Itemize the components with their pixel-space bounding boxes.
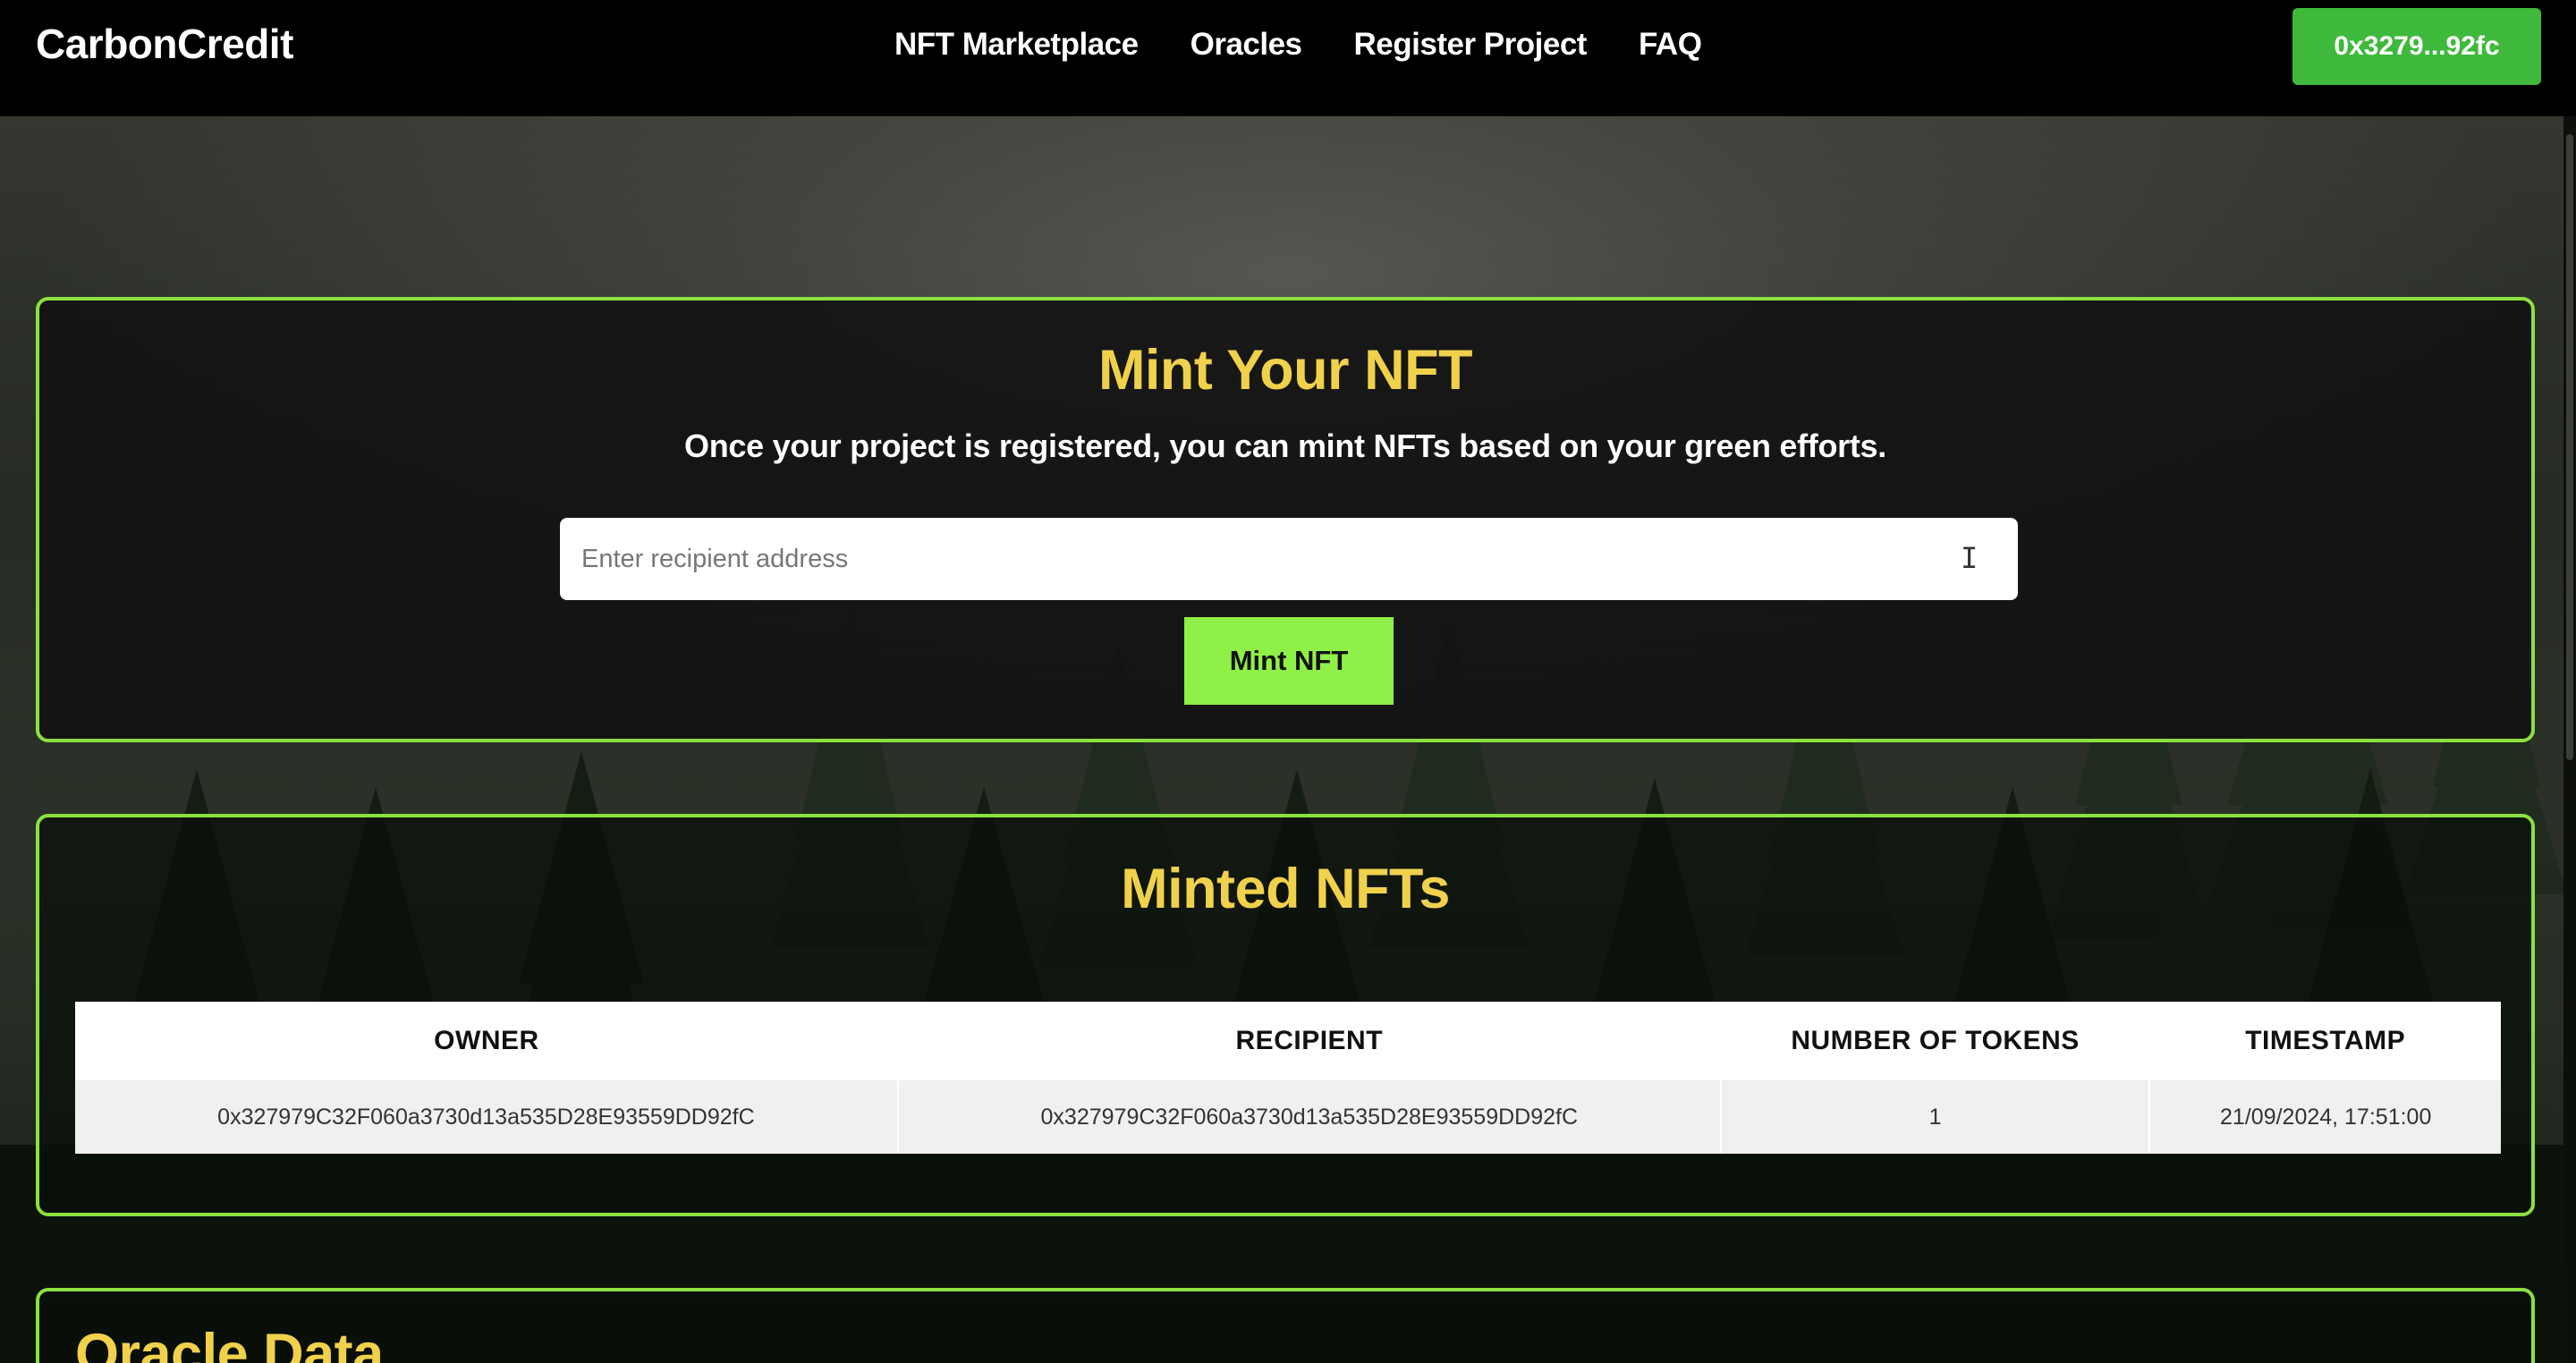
- nav-register-project[interactable]: Register Project: [1354, 27, 1588, 63]
- mint-nft-button[interactable]: Mint NFT: [1184, 617, 1394, 705]
- minted-nfts-table: OWNER RECIPIENT NUMBER OF TOKENS TIMESTA…: [75, 1002, 2501, 1154]
- main-nav: NFT Marketplace Oracles Register Project…: [894, 27, 1702, 63]
- mint-title: Mint Your NFT: [1097, 339, 1473, 402]
- cell-recipient: 0x327979C32F060a3730d13a535D28E93559DD92…: [897, 1080, 1722, 1154]
- table-row: 0x327979C32F060a3730d13a535D28E93559DD92…: [75, 1080, 2501, 1154]
- nav-oracles[interactable]: Oracles: [1191, 27, 1302, 63]
- column-header-owner: OWNER: [75, 1002, 898, 1080]
- top-navbar: CarbonCredit NFT Marketplace Oracles Reg…: [0, 0, 2576, 116]
- table-header-row: OWNER RECIPIENT NUMBER OF TOKENS TIMESTA…: [75, 1002, 2501, 1080]
- column-header-recipient: RECIPIENT: [897, 1002, 1721, 1080]
- wallet-address-button[interactable]: 0x3279...92fc: [2292, 8, 2541, 85]
- page-scrollbar[interactable]: [2563, 116, 2576, 1363]
- scrollbar-thumb[interactable]: [2566, 134, 2573, 760]
- oracle-data-card: Oracle Data: [36, 1288, 2535, 1363]
- oracle-title: Oracle Data: [75, 1323, 384, 1363]
- mint-nft-card: Mint Your NFT Once your project is regis…: [36, 297, 2535, 742]
- column-header-timestamp: TIMESTAMP: [2149, 1002, 2501, 1080]
- cell-number-of-tokens: 1: [1720, 1080, 2151, 1154]
- mint-subtitle: Once your project is registered, you can…: [684, 428, 1886, 464]
- brand-logo[interactable]: CarbonCredit: [36, 20, 293, 68]
- minted-nfts-card: Minted NFTs OWNER RECIPIENT NUMBER OF TO…: [36, 814, 2535, 1216]
- minted-title: Minted NFTs: [1121, 858, 1450, 920]
- cell-owner: 0x327979C32F060a3730d13a535D28E93559DD92…: [75, 1080, 899, 1154]
- nav-faq[interactable]: FAQ: [1639, 27, 1702, 63]
- column-header-number-of-tokens: NUMBER OF TOKENS: [1720, 1002, 2150, 1080]
- recipient-address-input[interactable]: [560, 518, 2018, 600]
- text-cursor-icon: Ι: [1961, 541, 1979, 575]
- nav-nft-marketplace[interactable]: NFT Marketplace: [894, 27, 1139, 63]
- cell-timestamp: 21/09/2024, 17:51:00: [2149, 1080, 2501, 1154]
